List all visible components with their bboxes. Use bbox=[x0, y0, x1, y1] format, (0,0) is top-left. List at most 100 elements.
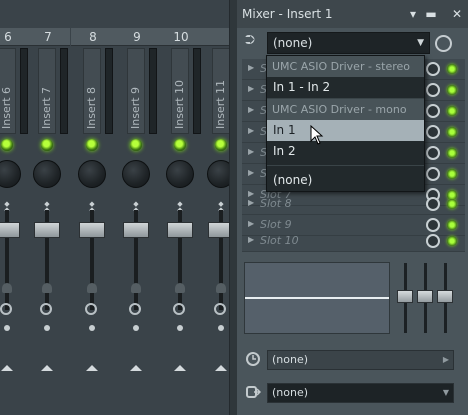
mixer-strip[interactable]: 10 Insert 10 ◆◆ bbox=[159, 0, 203, 415]
volume-fader[interactable] bbox=[123, 222, 149, 238]
route-arrow-icon[interactable] bbox=[130, 365, 142, 371]
slot-mix-knob[interactable] bbox=[426, 218, 440, 232]
eq-graph[interactable] bbox=[244, 262, 390, 334]
slot-mix-knob[interactable] bbox=[426, 62, 440, 76]
slot-mix-knob[interactable] bbox=[426, 146, 440, 160]
enable-led[interactable] bbox=[86, 139, 98, 151]
eq-high-fader[interactable] bbox=[437, 290, 453, 303]
volume-fader[interactable] bbox=[34, 222, 60, 238]
clock-icon[interactable] bbox=[85, 303, 97, 315]
route-dot[interactable] bbox=[89, 325, 95, 331]
enable-led[interactable] bbox=[41, 139, 53, 151]
clock-icon[interactable] bbox=[40, 303, 52, 315]
audio-input-select[interactable]: (none) ▼ bbox=[267, 32, 430, 54]
slot-enable-led[interactable] bbox=[447, 220, 457, 230]
route-dot[interactable] bbox=[218, 325, 224, 331]
title-bar[interactable]: Mixer - Insert 1 ▾ ▬ ✕ bbox=[237, 0, 468, 28]
route-dot[interactable] bbox=[133, 325, 139, 331]
slot-enable-led[interactable] bbox=[447, 106, 457, 116]
menu-item-in2[interactable]: In 2 bbox=[267, 141, 424, 162]
effect-slot[interactable]: ▶ Slot 8 bbox=[242, 194, 465, 215]
strip-name[interactable]: Insert 6 bbox=[0, 48, 16, 134]
effect-slot[interactable]: ▶ Slot 10 bbox=[242, 231, 465, 252]
strip-name[interactable]: Insert 10 bbox=[171, 48, 189, 134]
lock-icon[interactable] bbox=[87, 283, 97, 293]
strip-name-label: Insert 10 bbox=[173, 79, 186, 129]
slot-mix-knob[interactable] bbox=[426, 167, 440, 181]
mixer-strip[interactable]: 9 Insert 9 ◆◆ bbox=[115, 0, 159, 415]
slot-enable-led[interactable] bbox=[447, 169, 457, 179]
pan-knob[interactable] bbox=[166, 160, 194, 188]
strip-number: 9 bbox=[115, 28, 159, 46]
lock-icon[interactable] bbox=[175, 283, 185, 293]
eq-mid-fader[interactable] bbox=[417, 290, 433, 303]
chevron-down-icon: ▼ bbox=[417, 38, 424, 48]
slot-enable-led[interactable] bbox=[447, 85, 457, 95]
slot-enable-led[interactable] bbox=[447, 148, 457, 158]
close-icon[interactable]: ✕ bbox=[449, 6, 465, 22]
slot-mix-knob[interactable] bbox=[426, 125, 440, 139]
route-dot[interactable] bbox=[44, 325, 50, 331]
audio-output-select[interactable]: (none) ▼ bbox=[267, 383, 454, 403]
strip-name[interactable]: Insert 9 bbox=[127, 48, 145, 134]
slot-label: Slot 10 bbox=[260, 234, 299, 247]
route-arrow-icon[interactable] bbox=[215, 365, 227, 371]
route-arrow-icon[interactable] bbox=[41, 365, 53, 371]
route-dot[interactable] bbox=[177, 325, 183, 331]
enable-led[interactable] bbox=[130, 139, 142, 151]
slot-enable-led[interactable] bbox=[447, 199, 457, 209]
enable-led[interactable] bbox=[215, 139, 227, 151]
menu-item-in1[interactable]: In 1 bbox=[267, 120, 424, 141]
volume-fader[interactable] bbox=[167, 222, 193, 238]
mixer-strip[interactable]: 8 Insert 8 ◆◆ bbox=[71, 0, 115, 415]
options-menu-icon[interactable]: ▾ bbox=[405, 6, 421, 22]
route-dot[interactable] bbox=[4, 325, 10, 331]
slot-enable-led[interactable] bbox=[447, 127, 457, 137]
panel-divider[interactable] bbox=[229, 0, 237, 415]
volume-fader[interactable] bbox=[0, 222, 20, 238]
clock-icon[interactable] bbox=[129, 303, 141, 315]
volume-fader[interactable] bbox=[79, 222, 105, 238]
clock-icon[interactable] bbox=[0, 303, 12, 315]
slot-mix-knob[interactable] bbox=[426, 197, 440, 211]
strip-name[interactable]: Insert 8 bbox=[83, 48, 101, 134]
lock-icon[interactable] bbox=[2, 283, 12, 293]
slot-mix-knob[interactable] bbox=[426, 104, 440, 118]
pan-knob[interactable] bbox=[78, 160, 106, 188]
menu-item-none[interactable]: (none) bbox=[267, 170, 424, 191]
slot-mix-knob[interactable] bbox=[426, 234, 440, 248]
peak-meter bbox=[149, 48, 157, 134]
slot-enable-led[interactable] bbox=[447, 236, 457, 246]
strip-name[interactable]: Insert 11 bbox=[212, 48, 230, 134]
minimize-icon[interactable]: ▬ bbox=[423, 6, 439, 22]
slot-enable-led[interactable] bbox=[447, 64, 457, 74]
link-value: (none) bbox=[272, 353, 309, 366]
pan-knob[interactable] bbox=[122, 160, 150, 188]
eq-low-fader[interactable] bbox=[397, 290, 413, 303]
menu-item-in1-in2[interactable]: In 1 - In 2 bbox=[267, 77, 424, 98]
pan-knob[interactable] bbox=[33, 160, 61, 188]
enable-led[interactable] bbox=[1, 139, 13, 151]
route-arrow-icon[interactable] bbox=[86, 365, 98, 371]
strip-name[interactable]: Insert 7 bbox=[38, 48, 56, 134]
latency-clock-icon[interactable] bbox=[435, 35, 452, 52]
mouse-cursor-icon bbox=[310, 125, 324, 145]
slot-mix-knob[interactable] bbox=[426, 83, 440, 97]
chevron-down-icon: ▼ bbox=[442, 388, 449, 397]
mixer-strips: 6 Insert 6 ◆◆ 7 Insert 7 ◆◆ 8 Insert 8 ◆… bbox=[0, 0, 236, 415]
mixer-strip[interactable]: 7 Insert 7 ◆◆ bbox=[26, 0, 70, 415]
lock-icon[interactable] bbox=[131, 283, 141, 293]
lock-icon[interactable] bbox=[42, 283, 52, 293]
clock-icon[interactable] bbox=[214, 303, 226, 315]
lock-icon[interactable] bbox=[216, 283, 226, 293]
audio-input-dropdown: UMC ASIO Driver - stereo In 1 - In 2 UMC… bbox=[266, 55, 425, 192]
route-arrow-icon[interactable] bbox=[1, 365, 13, 371]
slot-play-icon: ▶ bbox=[248, 105, 255, 114]
enable-led[interactable] bbox=[174, 139, 186, 151]
clock-icon[interactable] bbox=[245, 351, 261, 367]
audio-input-value: (none) bbox=[273, 36, 313, 50]
link-select[interactable]: (none) ▶ bbox=[267, 350, 454, 370]
pan-knob[interactable] bbox=[0, 160, 21, 188]
route-arrow-icon[interactable] bbox=[174, 365, 186, 371]
clock-icon[interactable] bbox=[173, 303, 185, 315]
